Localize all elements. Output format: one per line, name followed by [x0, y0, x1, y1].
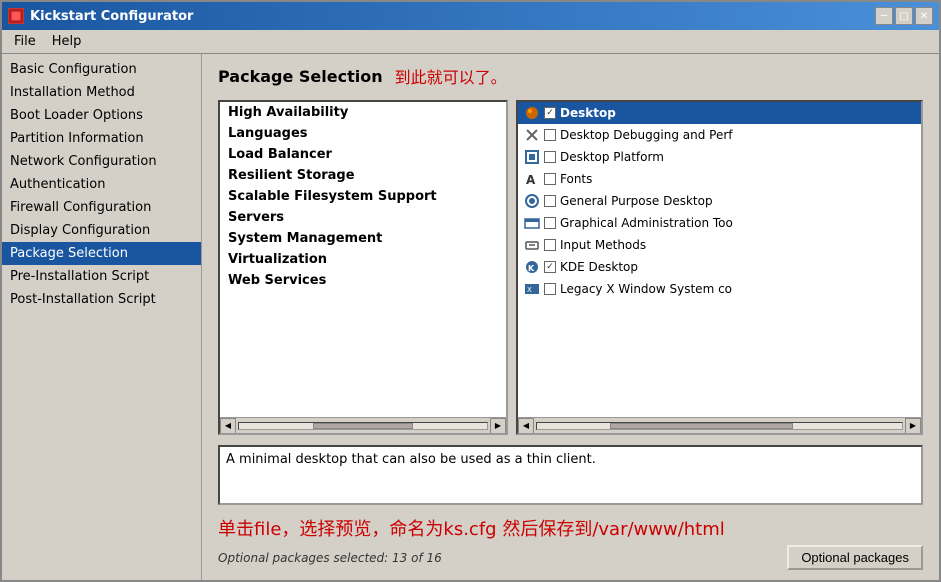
- right-scrollbar-h[interactable]: ◀ ▶: [518, 417, 921, 433]
- graphical-icon: [524, 215, 540, 231]
- checkbox-legacy[interactable]: [544, 283, 556, 295]
- svg-text:K: K: [528, 264, 535, 273]
- list-item-label: Desktop Debugging and Perf: [560, 128, 733, 142]
- optional-count: Optional packages selected: 13 of 16: [218, 551, 442, 565]
- checkbox-kde[interactable]: ✓: [544, 261, 556, 273]
- close-button[interactable]: ✕: [915, 7, 933, 25]
- list-item[interactable]: System Management: [220, 228, 506, 249]
- app-icon: [8, 8, 24, 24]
- sidebar-item-authentication[interactable]: Authentication: [2, 173, 201, 196]
- bottom-row: Optional packages selected: 13 of 16 Opt…: [218, 545, 923, 570]
- list-item-label: Fonts: [560, 172, 592, 186]
- general-icon: [524, 193, 540, 209]
- list-item[interactable]: Desktop Debugging and Perf: [518, 124, 921, 146]
- list-item-label: Desktop: [560, 106, 616, 120]
- main-content: Package Selection 到此就可以了。 High Availabil…: [202, 54, 939, 580]
- page-header: Package Selection 到此就可以了。: [218, 64, 923, 88]
- svg-text:X: X: [527, 286, 532, 294]
- list-item-label: Legacy X Window System co: [560, 282, 732, 296]
- sidebar-item-installation-method[interactable]: Installation Method: [2, 81, 201, 104]
- list-item[interactable]: Graphical Administration Too: [518, 212, 921, 234]
- platform-icon: [524, 149, 540, 165]
- list-item-label: Desktop Platform: [560, 150, 664, 164]
- list-item[interactable]: Languages: [220, 123, 506, 144]
- title-bar: Kickstart Configurator ─ □ ✕: [2, 2, 939, 30]
- maximize-button[interactable]: □: [895, 7, 913, 25]
- title-bar-left: Kickstart Configurator: [8, 8, 193, 24]
- scroll-track-left[interactable]: [238, 422, 488, 430]
- description-text: A minimal desktop that can also be used …: [226, 452, 596, 467]
- scroll-thumb-right: [610, 423, 793, 429]
- list-item-label: Input Methods: [560, 238, 646, 252]
- scroll-track-right[interactable]: [536, 422, 903, 430]
- list-item-label: KDE Desktop: [560, 260, 638, 274]
- optional-packages-button[interactable]: Optional packages: [787, 545, 923, 570]
- sidebar: Basic Configuration Installation Method …: [2, 54, 202, 580]
- list-item-label: General Purpose Desktop: [560, 194, 713, 208]
- menu-file[interactable]: File: [6, 32, 44, 51]
- sidebar-item-partition-info[interactable]: Partition Information: [2, 127, 201, 150]
- scroll-right-btn[interactable]: ▶: [490, 418, 506, 434]
- list-item[interactable]: X Legacy X Window System co: [518, 278, 921, 300]
- input-icon: [524, 237, 540, 253]
- annotation-text: 单击file，选择预览，命名为ks.cfg 然后保存到/var/www/html: [218, 515, 923, 541]
- sidebar-item-firewall-config[interactable]: Firewall Configuration: [2, 196, 201, 219]
- page-annotation: 到此就可以了。: [395, 64, 507, 88]
- list-item[interactable]: Scalable Filesystem Support: [220, 186, 506, 207]
- scroll-left-btn[interactable]: ◀: [220, 418, 236, 434]
- tool-icon: [524, 127, 540, 143]
- sidebar-item-basic-config[interactable]: Basic Configuration: [2, 58, 201, 81]
- scroll-thumb-left: [313, 423, 412, 429]
- list-item[interactable]: Input Methods: [518, 234, 921, 256]
- menu-bar: File Help: [2, 30, 939, 54]
- description-box: A minimal desktop that can also be used …: [218, 445, 923, 505]
- checkbox-input[interactable]: [544, 239, 556, 251]
- sidebar-item-boot-loader[interactable]: Boot Loader Options: [2, 104, 201, 127]
- kde-icon: K: [524, 259, 540, 275]
- list-item[interactable]: Load Balancer: [220, 144, 506, 165]
- footprint-icon: [524, 105, 540, 121]
- sidebar-item-package-selection[interactable]: Package Selection: [2, 242, 201, 265]
- left-package-list[interactable]: High Availability Languages Load Balance…: [220, 102, 506, 417]
- list-item[interactable]: Resilient Storage: [220, 165, 506, 186]
- sidebar-item-network-config[interactable]: Network Configuration: [2, 150, 201, 173]
- content-area: Basic Configuration Installation Method …: [2, 54, 939, 580]
- list-item[interactable]: Desktop Platform: [518, 146, 921, 168]
- sidebar-item-pre-install[interactable]: Pre-Installation Script: [2, 265, 201, 288]
- checkbox-platform[interactable]: [544, 151, 556, 163]
- minimize-button[interactable]: ─: [875, 7, 893, 25]
- scroll-right-btn2[interactable]: ▶: [905, 418, 921, 434]
- left-scrollbar-h[interactable]: ◀ ▶: [220, 417, 506, 433]
- checkbox-desktop[interactable]: ✓: [544, 107, 556, 119]
- page-title: Package Selection: [218, 67, 383, 86]
- list-item-label: Graphical Administration Too: [560, 216, 733, 230]
- checkbox-fonts[interactable]: [544, 173, 556, 185]
- window-title: Kickstart Configurator: [30, 9, 193, 24]
- list-item[interactable]: Servers: [220, 207, 506, 228]
- list-item[interactable]: General Purpose Desktop: [518, 190, 921, 212]
- checkbox-graphical[interactable]: [544, 217, 556, 229]
- right-package-list[interactable]: ✓ Desktop Desktop Debugging and Perf: [518, 102, 921, 417]
- list-item[interactable]: ✓ Desktop: [518, 102, 921, 124]
- window-controls: ─ □ ✕: [875, 7, 933, 25]
- checkbox-general[interactable]: [544, 195, 556, 207]
- scroll-left-btn2[interactable]: ◀: [518, 418, 534, 434]
- legacy-icon: X: [524, 281, 540, 297]
- svg-text:A: A: [526, 173, 536, 187]
- list-item[interactable]: K ✓ KDE Desktop: [518, 256, 921, 278]
- list-item[interactable]: A Fonts: [518, 168, 921, 190]
- list-item[interactable]: Web Services: [220, 270, 506, 291]
- package-panels: High Availability Languages Load Balance…: [218, 100, 923, 435]
- checkbox-debugging[interactable]: [544, 129, 556, 141]
- list-item[interactable]: Virtualization: [220, 249, 506, 270]
- menu-help[interactable]: Help: [44, 32, 90, 51]
- list-item[interactable]: High Availability: [220, 102, 506, 123]
- sidebar-item-display-config[interactable]: Display Configuration: [2, 219, 201, 242]
- main-window: Kickstart Configurator ─ □ ✕ File Help B…: [0, 0, 941, 582]
- sidebar-item-post-install[interactable]: Post-Installation Script: [2, 288, 201, 311]
- fonts-icon: A: [524, 171, 540, 187]
